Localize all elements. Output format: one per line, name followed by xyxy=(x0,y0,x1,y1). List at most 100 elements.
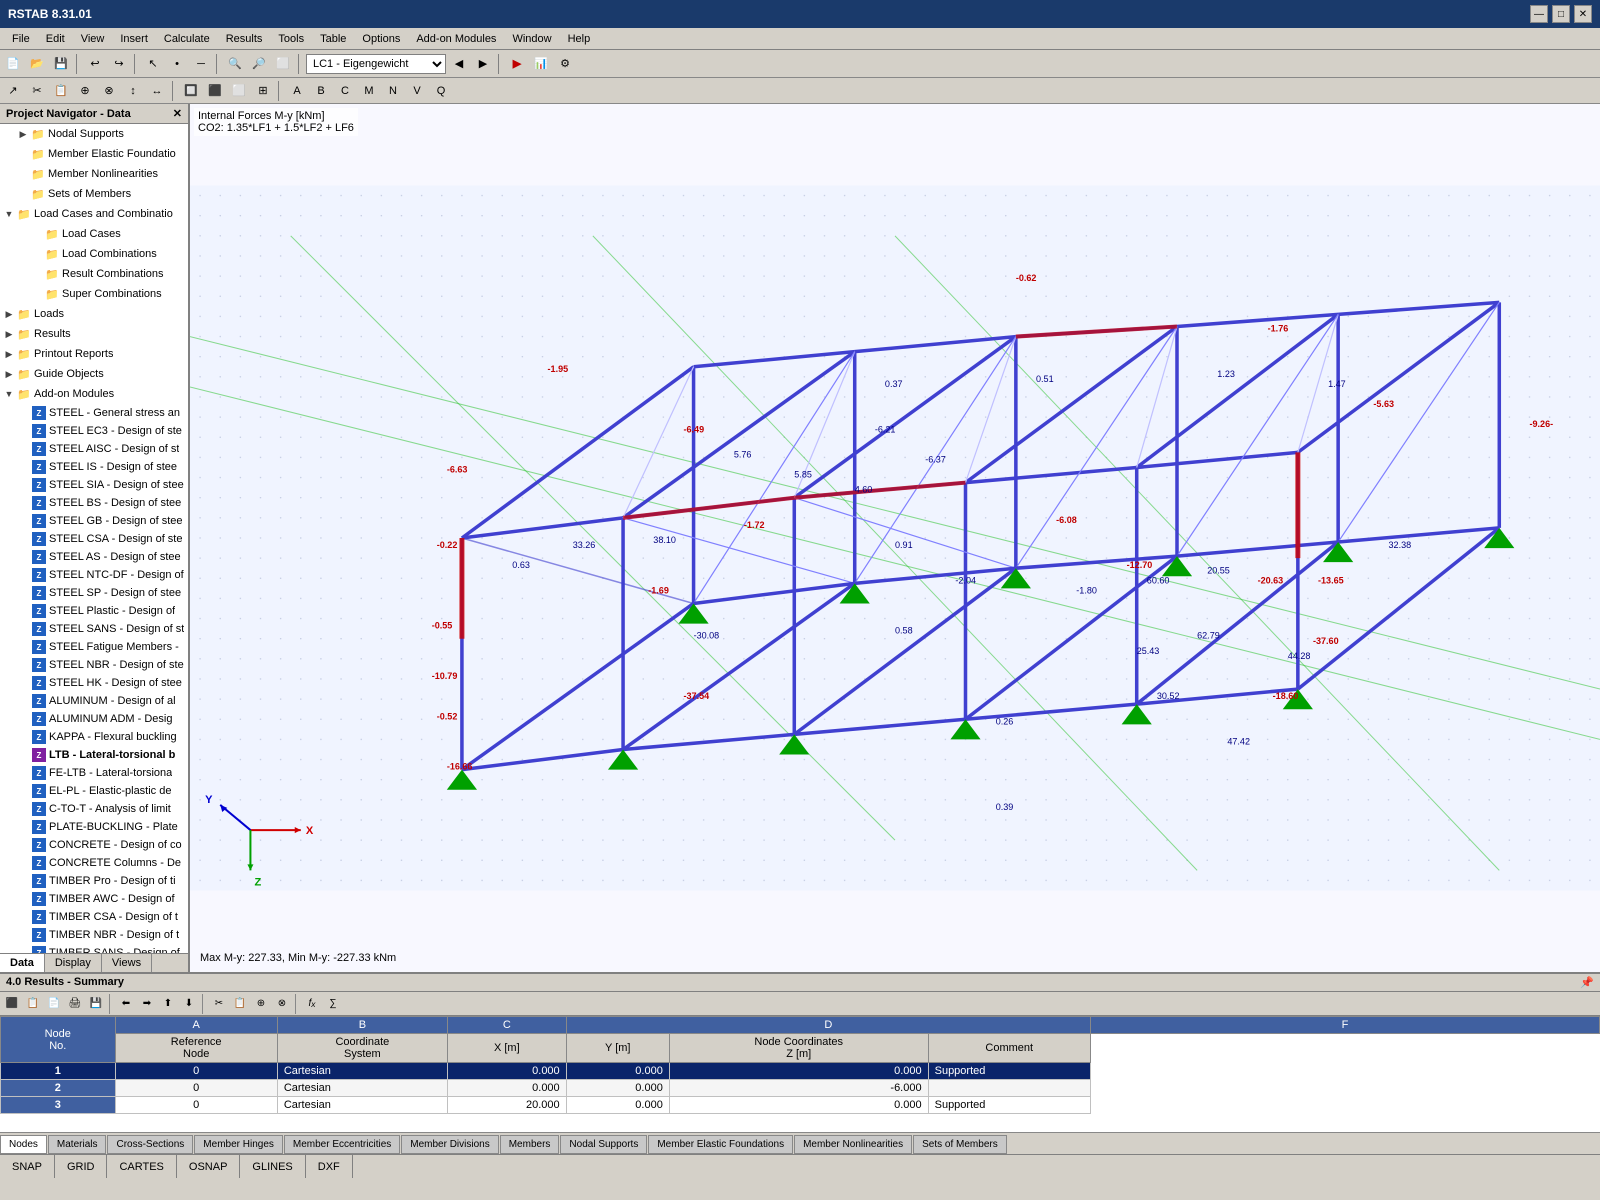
res-btn-7[interactable]: ➡ xyxy=(137,994,157,1014)
nav-item-results[interactable]: ▶📁Results xyxy=(0,324,188,344)
data-tab-sets-of-members[interactable]: Sets of Members xyxy=(913,1135,1007,1154)
menu-item-options[interactable]: Options xyxy=(354,31,408,47)
tool-btn-10[interactable]: ⬜ xyxy=(228,80,250,102)
res-btn-2[interactable]: 📋 xyxy=(23,994,43,1014)
menu-item-view[interactable]: View xyxy=(73,31,113,47)
undo-button[interactable]: ↩ xyxy=(84,53,106,75)
load-case-combo[interactable]: LC1 - Eigengewicht xyxy=(306,54,446,74)
zoom-fit-button[interactable]: ⬜ xyxy=(272,53,294,75)
nav-item-super-combinations[interactable]: 📁Super Combinations xyxy=(0,284,188,304)
tool-btn-14[interactable]: C xyxy=(334,80,356,102)
nav-item-addon-modules[interactable]: ▼📁Add-on Modules xyxy=(0,384,188,404)
tool-btn-5[interactable]: ⊗ xyxy=(98,80,120,102)
data-tab-member-hinges[interactable]: Member Hinges xyxy=(194,1135,283,1154)
status-cartes[interactable]: CARTES xyxy=(107,1155,176,1178)
nav-item-concrete[interactable]: ZCONCRETE - Design of co xyxy=(0,836,188,854)
nav-item-steel-general[interactable]: ZSTEEL - General stress an xyxy=(0,404,188,422)
nav-item-member-elastic[interactable]: 📁Member Elastic Foundatio xyxy=(0,144,188,164)
res-btn-11[interactable]: 📋 xyxy=(230,994,250,1014)
data-tab-member-divisions[interactable]: Member Divisions xyxy=(401,1135,498,1154)
menu-item-edit[interactable]: Edit xyxy=(38,31,73,47)
nav-item-load-cases[interactable]: 📁Load Cases xyxy=(0,224,188,244)
nav-item-sets-members[interactable]: 📁Sets of Members xyxy=(0,184,188,204)
res-btn-3[interactable]: 📄 xyxy=(44,994,64,1014)
redo-button[interactable]: ↪ xyxy=(108,53,130,75)
data-tab-materials[interactable]: Materials xyxy=(48,1135,107,1154)
res-btn-13[interactable]: ⊗ xyxy=(272,994,292,1014)
menu-item-window[interactable]: Window xyxy=(504,31,559,47)
nav-item-steel-sp[interactable]: ZSTEEL SP - Design of stee xyxy=(0,584,188,602)
tool-btn-17[interactable]: V xyxy=(406,80,428,102)
open-button[interactable]: 📂 xyxy=(26,53,48,75)
prev-lc-button[interactable]: ◀ xyxy=(448,53,470,75)
tool-btn-8[interactable]: 🔲 xyxy=(180,80,202,102)
node-button[interactable]: • xyxy=(166,53,188,75)
res-btn-sigma[interactable]: ∑ xyxy=(323,994,343,1014)
res-btn-9[interactable]: ⬇ xyxy=(179,994,199,1014)
menu-item-help[interactable]: Help xyxy=(560,31,599,47)
nav-item-concrete-cols[interactable]: ZCONCRETE Columns - De xyxy=(0,854,188,872)
member-button[interactable]: ─ xyxy=(190,53,212,75)
res-btn-8[interactable]: ⬆ xyxy=(158,994,178,1014)
tool-btn-6[interactable]: ↕ xyxy=(122,80,144,102)
nav-item-timber-awc[interactable]: ZTIMBER AWC - Design of xyxy=(0,890,188,908)
data-tab-members[interactable]: Members xyxy=(500,1135,560,1154)
settings-button[interactable]: ⚙ xyxy=(554,53,576,75)
table-row[interactable]: 3 0 Cartesian 20.000 0.000 0.000 Support… xyxy=(1,1097,1600,1114)
nav-item-member-nonlin[interactable]: 📁Member Nonlinearities xyxy=(0,164,188,184)
res-btn-5[interactable]: 💾 xyxy=(86,994,106,1014)
nav-item-timber-csa[interactable]: ZTIMBER CSA - Design of t xyxy=(0,908,188,926)
nav-item-plate-buckling[interactable]: ZPLATE-BUCKLING - Plate xyxy=(0,818,188,836)
run-button[interactable]: ▶ xyxy=(506,53,528,75)
results-button[interactable]: 📊 xyxy=(530,53,552,75)
nav-tab-views[interactable]: Views xyxy=(102,954,152,972)
nav-item-load-combinations[interactable]: 📁Load Combinations xyxy=(0,244,188,264)
nav-item-steel-aisc[interactable]: ZSTEEL AISC - Design of st xyxy=(0,440,188,458)
nav-item-steel-nbr[interactable]: ZSTEEL NBR - Design of ste xyxy=(0,656,188,674)
nav-item-printout-reports[interactable]: ▶📁Printout Reports xyxy=(0,344,188,364)
tool-btn-18[interactable]: Q xyxy=(430,80,452,102)
nav-item-steel-ntcdf[interactable]: ZSTEEL NTC-DF - Design of xyxy=(0,566,188,584)
nav-item-steel-ec3[interactable]: ZSTEEL EC3 - Design of ste xyxy=(0,422,188,440)
tool-btn-7[interactable]: ↔ xyxy=(146,80,168,102)
results-pin-icon[interactable]: 📌 xyxy=(1580,976,1594,989)
tool-btn-1[interactable]: ↗ xyxy=(2,80,24,102)
status-grid[interactable]: GRID xyxy=(55,1155,108,1178)
close-button[interactable]: ✕ xyxy=(1574,5,1592,23)
nav-item-timber-pro[interactable]: ZTIMBER Pro - Design of ti xyxy=(0,872,188,890)
minimize-button[interactable]: — xyxy=(1530,5,1548,23)
table-row[interactable]: 2 0 Cartesian 0.000 0.000 -6.000 xyxy=(1,1080,1600,1097)
tool-btn-15[interactable]: M xyxy=(358,80,380,102)
nav-tab-display[interactable]: Display xyxy=(45,954,102,972)
res-btn-12[interactable]: ⊕ xyxy=(251,994,271,1014)
nav-item-timber-nbr[interactable]: ZTIMBER NBR - Design of t xyxy=(0,926,188,944)
status-glines[interactable]: GLINES xyxy=(240,1155,305,1178)
nav-tab-data[interactable]: Data xyxy=(0,954,45,972)
select-button[interactable]: ↖ xyxy=(142,53,164,75)
nav-item-load-cases-comb[interactable]: ▼📁Load Cases and Combinatio xyxy=(0,204,188,224)
status-dxf[interactable]: DXF xyxy=(306,1155,353,1178)
nav-item-loads[interactable]: ▶📁Loads xyxy=(0,304,188,324)
data-tab-member-elastic-foundations[interactable]: Member Elastic Foundations xyxy=(648,1135,793,1154)
nav-item-steel-bs[interactable]: ZSTEEL BS - Design of stee xyxy=(0,494,188,512)
nav-item-result-combinations[interactable]: 📁Result Combinations xyxy=(0,264,188,284)
nav-item-aluminum-adm[interactable]: ZALUMINUM ADM - Desig xyxy=(0,710,188,728)
next-lc-button[interactable]: ▶ xyxy=(472,53,494,75)
data-tab-member-nonlinearities[interactable]: Member Nonlinearities xyxy=(794,1135,912,1154)
maximize-button[interactable]: □ xyxy=(1552,5,1570,23)
res-btn-10[interactable]: ✂ xyxy=(209,994,229,1014)
menu-item-file[interactable]: File xyxy=(4,31,38,47)
tool-btn-12[interactable]: A xyxy=(286,80,308,102)
tool-btn-9[interactable]: ⬛ xyxy=(204,80,226,102)
nav-item-ltb[interactable]: ZLTB - Lateral-torsional b xyxy=(0,746,188,764)
nav-item-c-to-t[interactable]: ZC-TO-T - Analysis of limit xyxy=(0,800,188,818)
menu-item-add-on modules[interactable]: Add-on Modules xyxy=(408,31,504,47)
res-btn-fx[interactable]: fx xyxy=(302,994,322,1014)
tool-btn-13[interactable]: B xyxy=(310,80,332,102)
data-tab-cross-sections[interactable]: Cross-Sections xyxy=(107,1135,193,1154)
menu-item-table[interactable]: Table xyxy=(312,31,354,47)
res-btn-4[interactable]: 🖨 xyxy=(65,994,85,1014)
save-button[interactable]: 💾 xyxy=(50,53,72,75)
new-button[interactable]: 📄 xyxy=(2,53,24,75)
nav-item-timber-sans[interactable]: ZTIMBER SANS - Design of xyxy=(0,944,188,953)
